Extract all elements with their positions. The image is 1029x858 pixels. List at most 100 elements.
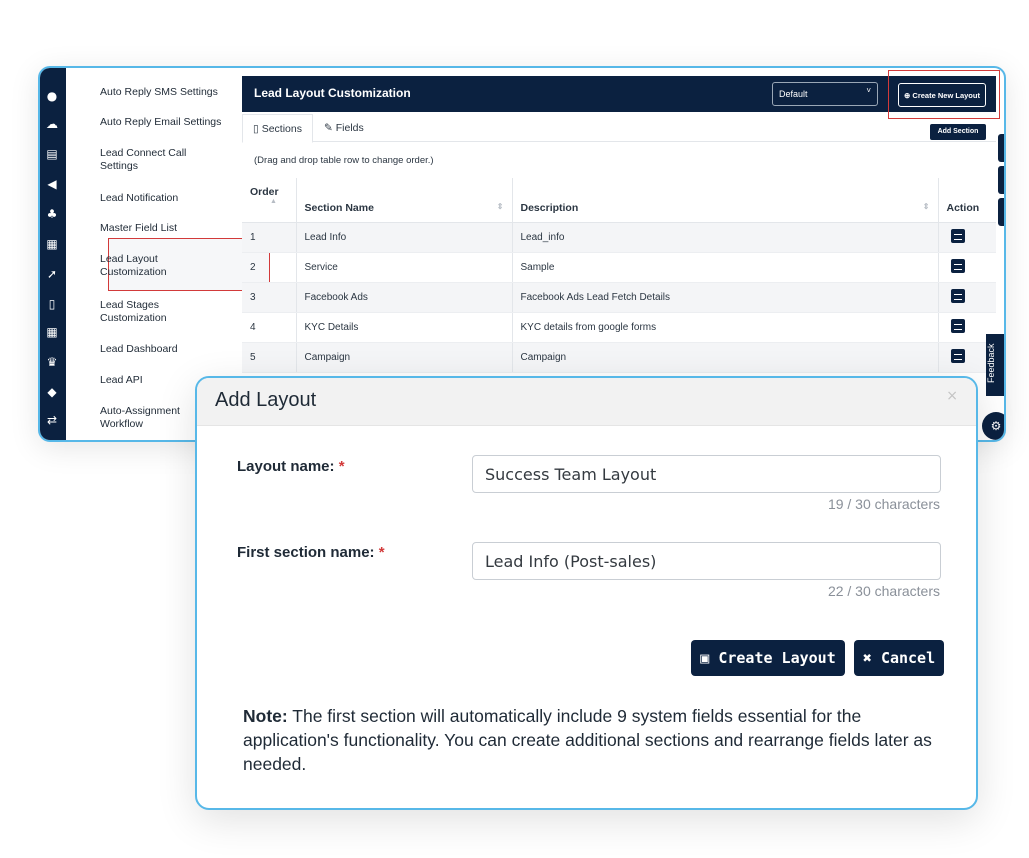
edit-row-icon[interactable] bbox=[950, 288, 965, 303]
row-section-name: Facebook Ads bbox=[296, 282, 513, 313]
layout-name-label-text: Layout name: bbox=[237, 458, 335, 475]
calendar-icon[interactable]: ▤ bbox=[44, 146, 60, 162]
row-description: Sample bbox=[512, 252, 939, 283]
menu-item-auto-reply-email[interactable]: Auto Reply Email Settings bbox=[100, 116, 240, 129]
layout-name-char-count: 19 / 30 characters bbox=[827, 496, 940, 512]
menu-item-lead-stages-customization[interactable]: Lead Stages Customization bbox=[100, 299, 190, 325]
add-layout-modal: Add Layout × Layout name: * 19 / 30 char… bbox=[195, 376, 978, 810]
ticket-icon[interactable]: ◆ bbox=[44, 384, 60, 400]
save-icon: ▣ bbox=[700, 649, 719, 667]
section-name-label: First section name: * bbox=[237, 544, 385, 561]
row-description: KYC details from google forms bbox=[512, 312, 939, 343]
menu-item-auto-assignment-workflow[interactable]: Auto-Assignment Workflow bbox=[100, 405, 190, 431]
row-section-name: KYC Details bbox=[296, 312, 513, 343]
trophy-icon[interactable]: ♛ bbox=[44, 354, 60, 370]
tab-fields[interactable]: ✎ Fields bbox=[324, 122, 364, 134]
table-row[interactable]: 3 Facebook Ads Facebook Ads Lead Fetch D… bbox=[242, 282, 996, 313]
create-layout-highlight-outline bbox=[888, 70, 1000, 119]
modal-note: Note: The first section will automatical… bbox=[243, 704, 953, 776]
megaphone-icon[interactable]: ◀ bbox=[44, 176, 60, 192]
sort-icon: ⇕ bbox=[922, 201, 930, 211]
section-name-char-count: 22 / 30 characters bbox=[827, 583, 940, 599]
create-layout-button[interactable]: ▣ Create Layout bbox=[691, 640, 845, 676]
rocket-icon[interactable]: ➚ bbox=[44, 266, 60, 282]
edit-row-icon[interactable] bbox=[950, 318, 965, 333]
drag-hint-text: (Drag and drop table row to change order… bbox=[254, 155, 434, 166]
note-label: Note: bbox=[243, 706, 288, 726]
tab-bar: ▯ Sections ✎ Fields bbox=[242, 114, 996, 143]
side-tab[interactable] bbox=[998, 198, 1004, 226]
close-icon: ✖ bbox=[862, 649, 881, 667]
cancel-button[interactable]: ✖ Cancel bbox=[854, 640, 944, 676]
layout-select-value: Default bbox=[779, 89, 808, 99]
first-section-name-input[interactable] bbox=[472, 542, 941, 580]
row-order: 5 bbox=[242, 342, 297, 373]
menu-item-auto-reply-sms[interactable]: Auto Reply SMS Settings bbox=[100, 86, 240, 99]
modal-title: Add Layout bbox=[215, 389, 317, 411]
page-title: Lead Layout Customization bbox=[254, 86, 411, 100]
section-name-label-text: First section name: bbox=[237, 544, 375, 561]
column-header-section-name-label: Section Name bbox=[304, 201, 374, 214]
shuffle-icon[interactable]: ⇄ bbox=[44, 412, 60, 428]
column-header-description-label: Description bbox=[520, 201, 579, 214]
tab-fields-label: Fields bbox=[335, 122, 364, 134]
table-header-row: Order ▲ Section Name ⇕ Description ⇕ Act… bbox=[242, 178, 996, 223]
sections-table: Order ▲ Section Name ⇕ Description ⇕ Act… bbox=[242, 178, 996, 373]
side-tab[interactable] bbox=[998, 134, 1004, 162]
close-icon[interactable]: × bbox=[946, 388, 958, 404]
tab-sections-label: Sections bbox=[261, 123, 302, 135]
feedback-tab[interactable]: Feedback bbox=[986, 334, 1004, 396]
side-tab[interactable] bbox=[998, 166, 1004, 194]
modal-header: Add Layout × bbox=[197, 378, 976, 426]
sort-icon: ⇕ bbox=[496, 201, 504, 211]
tab-sections[interactable]: ▯ Sections bbox=[242, 114, 313, 143]
edit-row-icon[interactable] bbox=[950, 228, 965, 243]
create-layout-button-label: Create Layout bbox=[718, 649, 836, 667]
sort-icon: ▲ bbox=[270, 198, 277, 205]
left-icon-rail: ● ☁ ▤ ◀ ♣ ▦ ➚ ▯ ▦ ♛ ◆ ⇄ bbox=[40, 68, 66, 440]
row-description: Facebook Ads Lead Fetch Details bbox=[512, 282, 939, 313]
row-section-name: Campaign bbox=[296, 342, 513, 373]
user-icon[interactable]: ● bbox=[44, 88, 60, 104]
layout-select[interactable]: Default ˅ bbox=[772, 82, 878, 106]
edit-icon: ✎ bbox=[324, 122, 333, 134]
row-order: 4 bbox=[242, 312, 297, 343]
layout-name-input[interactable] bbox=[472, 455, 941, 493]
table-row[interactable]: 2 Service Sample bbox=[242, 252, 996, 283]
bookmark-icon: ▯ bbox=[253, 123, 259, 135]
menu-item-lead-notification[interactable]: Lead Notification bbox=[100, 192, 240, 205]
cancel-button-label: Cancel bbox=[880, 649, 936, 667]
mobile-icon[interactable]: ▯ bbox=[44, 296, 60, 312]
edit-row-icon[interactable] bbox=[950, 348, 965, 363]
column-header-action: Action bbox=[938, 178, 996, 223]
apps-icon[interactable]: ▦ bbox=[44, 324, 60, 340]
required-mark: * bbox=[338, 458, 345, 475]
table-row[interactable]: 5 Campaign Campaign bbox=[242, 342, 996, 373]
column-header-section-name[interactable]: Section Name ⇕ bbox=[296, 178, 513, 223]
column-header-description[interactable]: Description ⇕ bbox=[512, 178, 939, 223]
cloud-icon[interactable]: ☁ bbox=[44, 116, 60, 132]
column-header-order-label: Order bbox=[250, 186, 279, 198]
menu-item-master-field-list[interactable]: Master Field List bbox=[100, 222, 240, 235]
add-section-button[interactable]: Add Section bbox=[930, 124, 986, 140]
row-section-name: Lead Info bbox=[296, 222, 513, 253]
menu-item-lead-layout-customization[interactable]: Lead Layout Customization bbox=[100, 253, 190, 279]
edit-row-icon[interactable] bbox=[950, 258, 965, 273]
menu-item-lead-dashboard[interactable]: Lead Dashboard bbox=[100, 343, 240, 356]
note-text: The first section will automatically inc… bbox=[243, 706, 932, 774]
layout-name-label: Layout name: * bbox=[237, 458, 345, 475]
chevron-down-icon: ˅ bbox=[866, 86, 871, 95]
row-description: Lead_info bbox=[512, 222, 939, 253]
row-order: 1 bbox=[242, 222, 297, 253]
table-row[interactable]: 4 KYC Details KYC details from google fo… bbox=[242, 312, 996, 343]
column-header-order[interactable]: Order ▲ bbox=[242, 178, 297, 223]
team-icon[interactable]: ♣ bbox=[44, 206, 60, 222]
menu-item-lead-connect-call[interactable]: Lead Connect Call Settings bbox=[100, 147, 210, 173]
row-order: 3 bbox=[242, 282, 297, 313]
row-order: 2 bbox=[242, 252, 297, 283]
table-row[interactable]: 1 Lead Info Lead_info bbox=[242, 222, 996, 253]
help-icon[interactable]: ⚙ bbox=[982, 412, 1004, 440]
page-header: Lead Layout Customization Default ˅ ⊕ Cr… bbox=[242, 76, 996, 112]
required-mark: * bbox=[378, 544, 385, 561]
grid-icon[interactable]: ▦ bbox=[44, 236, 60, 252]
